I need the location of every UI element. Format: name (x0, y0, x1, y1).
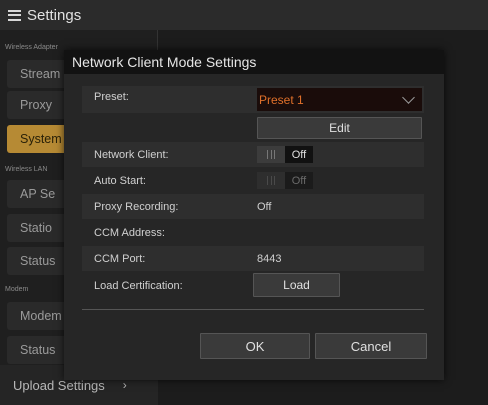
auto-start-toggle: Off (257, 172, 327, 189)
network-client-row: Network Client: Off (82, 142, 424, 167)
ccm-port-row[interactable]: CCM Port: 8443 (82, 246, 424, 271)
group-label-wireless-lan: Wireless LAN (5, 166, 48, 173)
ccm-address-label: CCM Address: (94, 226, 165, 239)
page-title: Settings (27, 6, 82, 24)
top-bar: Settings (0, 0, 488, 30)
menu-icon[interactable] (8, 9, 21, 21)
ccm-address-row[interactable]: CCM Address: (82, 220, 424, 245)
preset-label: Preset: (94, 91, 129, 103)
preset-row: Preset: Preset 1 (82, 86, 424, 113)
preset-value: Preset 1 (259, 92, 304, 107)
toggle-state: Off (285, 172, 313, 189)
edit-row: Edit (82, 114, 424, 141)
load-certification-row: Load Certification: Load (82, 272, 424, 299)
settings-rows: Preset: Preset 1 Edit Network Client: Of… (82, 86, 424, 300)
group-label-wireless-adapter: Wireless Adapter (5, 44, 58, 51)
proxy-recording-row: Proxy Recording: Off (82, 194, 424, 219)
network-client-mode-dialog: Network Client Mode Settings Preset: Pre… (64, 50, 444, 380)
chevron-right-icon: › (122, 378, 127, 392)
ok-button[interactable]: OK (200, 333, 310, 359)
network-client-toggle[interactable]: Off (257, 146, 327, 163)
cancel-button[interactable]: Cancel (315, 333, 427, 359)
proxy-recording-value: Off (257, 200, 272, 213)
toggle-track (257, 172, 285, 189)
toggle-track (257, 146, 285, 163)
grip-icon (267, 176, 275, 185)
group-label-modem: Modem (5, 286, 29, 293)
ccm-port-value[interactable]: 8443 (257, 253, 281, 265)
ccm-port-label: CCM Port: (94, 252, 146, 265)
grip-icon (267, 150, 275, 159)
dialog-title: Network Client Mode Settings (64, 50, 444, 74)
preset-select[interactable]: Preset 1 (257, 88, 422, 111)
network-client-label: Network Client: (94, 148, 169, 161)
load-certification-label: Load Certification: (94, 279, 183, 292)
proxy-recording-label: Proxy Recording: (94, 200, 179, 213)
toggle-state: Off (285, 146, 313, 163)
edit-button[interactable]: Edit (257, 117, 422, 139)
auto-start-label: Auto Start: (94, 174, 146, 187)
divider (82, 309, 424, 310)
chevron-down-icon (402, 91, 415, 104)
load-button[interactable]: Load (253, 273, 340, 297)
auto-start-row: Auto Start: Off (82, 168, 424, 193)
